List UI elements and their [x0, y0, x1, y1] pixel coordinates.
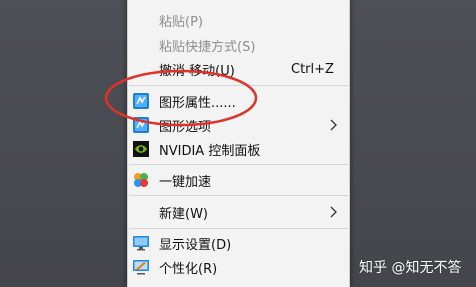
menu-item-undo-move[interactable]: 撤消 移动(U) Ctrl+Z [128, 57, 349, 81]
menu-item-graphics-options[interactable]: 图形选项 [128, 113, 349, 137]
menu-item-shortcut: Ctrl+Z [291, 61, 334, 77]
menu-separator [129, 195, 348, 196]
menu-item-personalize[interactable]: 个性化(R) [128, 255, 349, 279]
display-settings-icon [133, 236, 149, 251]
speedup-icon [134, 173, 148, 187]
menu-item-new[interactable]: 新建(W) [128, 200, 349, 224]
menu-separator [129, 164, 348, 165]
menu-item-nvidia-control-panel[interactable]: NVIDIA 控制面板 [128, 137, 349, 161]
chevron-right-icon [330, 206, 337, 218]
menu-item-label: 撤消 移动(U) [159, 63, 235, 79]
menu-item-label: 粘贴快捷方式(S) [159, 39, 256, 55]
menu-item-one-click-speedup[interactable]: 一键加速 [128, 168, 349, 192]
menu-item-paste-shortcut: 粘贴快捷方式(S) [128, 33, 349, 57]
menu-item-label: 新建(W) [159, 206, 208, 222]
menu-item-label: 个性化(R) [159, 261, 218, 277]
chevron-right-icon [330, 119, 337, 131]
menu-item-label: 一键加速 [159, 174, 212, 190]
menu-item-graphics-properties[interactable]: 图形属性...... [128, 89, 349, 113]
menu-item-label: 图形属性...... [159, 95, 236, 111]
menu-item-label: 图形选项 [159, 119, 212, 135]
menu-separator [129, 228, 348, 229]
context-menu: 粘贴(P) 粘贴快捷方式(S) 撤消 移动(U) Ctrl+Z 图形属性....… [127, 0, 350, 287]
intel-graphics-properties-icon [133, 93, 149, 109]
menu-item-label: 显示设置(D) [159, 237, 232, 253]
menu-separator [129, 85, 348, 86]
menu-item-label: 粘贴(P) [159, 14, 203, 30]
watermark-text: 知乎 @知无不答 [359, 260, 462, 276]
menu-item-paste: 粘贴(P) [128, 8, 349, 32]
menu-item-display-settings[interactable]: 显示设置(D) [128, 231, 349, 255]
nvidia-icon [133, 141, 149, 157]
personalize-icon [133, 260, 149, 275]
menu-item-label: NVIDIA 控制面板 [159, 143, 261, 159]
intel-graphics-options-icon [133, 117, 149, 133]
